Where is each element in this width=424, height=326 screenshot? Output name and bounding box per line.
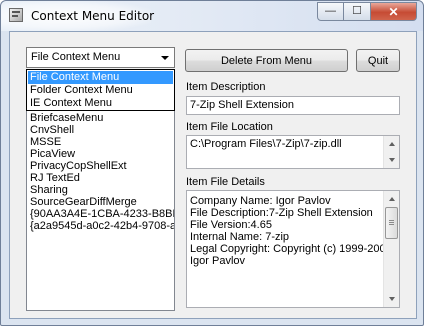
close-button[interactable]: ✕ xyxy=(371,2,417,21)
title-bar[interactable]: Context Menu Editor — ☐ ✕ xyxy=(1,1,423,31)
list-item[interactable]: PrivacyCopShellExt xyxy=(30,160,174,172)
app-icon[interactable] xyxy=(9,8,23,22)
window-title: Context Menu Editor xyxy=(31,9,155,23)
list-item[interactable]: BriefcaseMenu xyxy=(30,112,174,124)
list-item[interactable]: MSSE xyxy=(30,136,174,148)
dropdown-option-file[interactable]: File Context Menu xyxy=(28,71,173,84)
quit-button[interactable]: Quit xyxy=(356,49,400,72)
item-file-details-label: Item File Details xyxy=(186,176,265,188)
dropdown-option-ie[interactable]: IE Context Menu xyxy=(28,97,173,110)
menu-item-list[interactable]: BriefcaseMenu CnvShell MSSE PicaView Pri… xyxy=(26,110,175,311)
app-window: Context Menu Editor — ☐ ✕ BriefcaseMenu … xyxy=(0,0,424,326)
scroll-thumb[interactable] xyxy=(385,207,398,239)
scroll-down-icon[interactable] xyxy=(384,152,399,167)
maximize-icon: ☐ xyxy=(352,5,362,17)
detail-line: File Description:7-Zip Shell Extension xyxy=(190,207,373,219)
details-scrollbar[interactable] xyxy=(383,191,399,307)
dropdown-option-folder[interactable]: Folder Context Menu xyxy=(28,84,173,97)
close-icon: ✕ xyxy=(388,4,399,19)
list-item[interactable]: SourceGearDiffMerge xyxy=(30,196,174,208)
item-file-location-label: Item File Location xyxy=(186,121,273,133)
context-menu-dropdown[interactable]: File Context Menu Folder Context Menu IE… xyxy=(26,69,175,111)
detail-line: Legal Copyright: Copyright (c) 1999-2009 xyxy=(190,243,392,255)
item-description-label: Item Description xyxy=(186,81,266,93)
scroll-up-icon[interactable] xyxy=(384,191,399,206)
detail-line: Internal Name: 7-zip xyxy=(190,231,290,243)
maximize-button[interactable]: ☐ xyxy=(344,2,371,21)
item-file-location-value: C:\Program Files\7-Zip\7-zip.dll xyxy=(190,138,342,150)
minimize-icon: — xyxy=(325,5,336,17)
list-item[interactable]: Sharing xyxy=(30,184,174,196)
list-item[interactable]: RJ TextEd xyxy=(30,172,174,184)
grip-line xyxy=(389,220,394,221)
chevron-down-icon[interactable] xyxy=(157,50,172,65)
minimize-button[interactable]: — xyxy=(317,2,344,21)
detail-line: Igor Pavlov xyxy=(190,255,246,267)
location-scrollbar[interactable] xyxy=(383,136,399,168)
list-item[interactable]: CnvShell xyxy=(30,124,174,136)
list-item[interactable]: {a2a9545d-a0c2-42b4-9708-a0b2badd77c8} xyxy=(30,220,174,232)
delete-from-menu-button[interactable]: Delete From Menu xyxy=(185,49,348,72)
item-description-field[interactable]: 7-Zip Shell Extension xyxy=(186,96,400,115)
grip-line xyxy=(389,222,394,223)
detail-line: File Version:4.65 xyxy=(190,219,272,231)
client-area: BriefcaseMenu CnvShell MSSE PicaView Pri… xyxy=(9,31,417,319)
scroll-up-icon[interactable] xyxy=(384,136,399,151)
context-menu-select-value: File Context Menu xyxy=(31,51,121,63)
grip-line xyxy=(389,224,394,225)
scroll-down-icon[interactable] xyxy=(384,291,399,306)
item-file-details-field[interactable]: Company Name: Igor Pavlov File Descripti… xyxy=(186,190,400,308)
context-menu-select[interactable]: File Context Menu xyxy=(26,47,175,68)
item-file-location-field[interactable]: C:\Program Files\7-Zip\7-zip.dll xyxy=(186,135,400,169)
list-item[interactable]: PicaView xyxy=(30,148,174,160)
list-item[interactable]: {90AA3A4E-1CBA-4233-B8BB-535773D48449} xyxy=(30,208,174,220)
detail-line: Company Name: Igor Pavlov xyxy=(190,195,331,207)
